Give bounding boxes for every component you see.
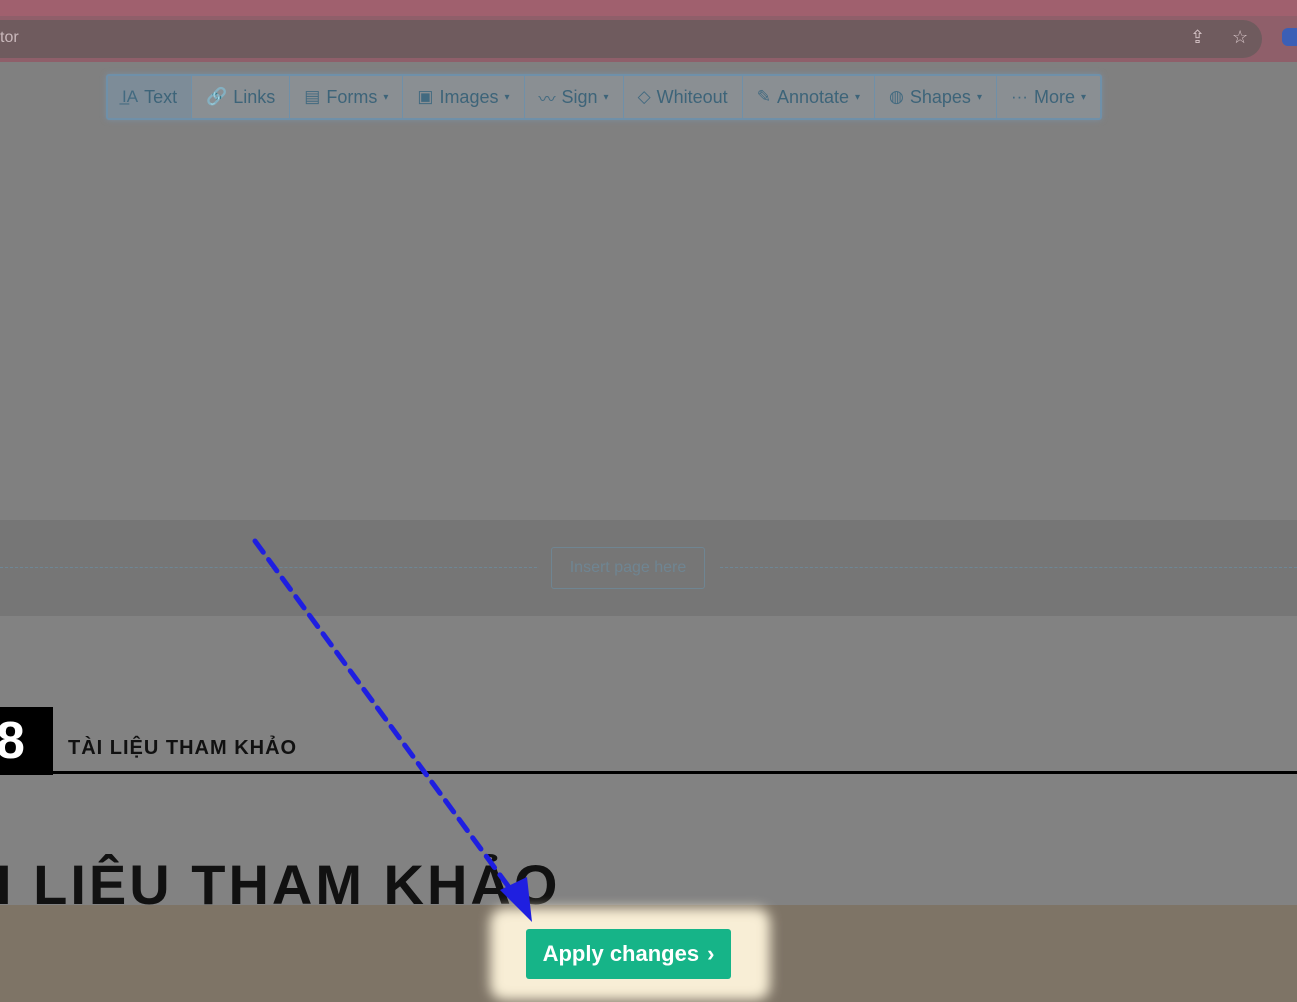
apply-changes-button[interactable]: Apply changes › [526, 929, 731, 979]
toolbar-whiteout-label: Whiteout [656, 86, 728, 107]
toolbar-text-button[interactable]: I̲A Text [108, 76, 193, 118]
chevron-down-icon: ▾ [855, 91, 861, 103]
chevron-down-icon: ▾ [603, 91, 609, 103]
separator-dashed-line [0, 567, 537, 568]
ellipsis-icon: ··· [1010, 87, 1028, 106]
page-heading: I LIỆU THAM KHẢO [0, 853, 561, 905]
toolbar-links-button[interactable]: 🔗 Links [192, 76, 291, 118]
signature-icon: 〰 [538, 89, 556, 109]
pencil-icon: ✎ [756, 87, 771, 106]
editor-canvas [0, 62, 1297, 520]
text-icon: I̲A [122, 87, 139, 106]
insert-page-button[interactable]: Insert page here [551, 547, 705, 589]
toolbar-links-label: Links [233, 86, 276, 107]
chapter-number-box: 8 [0, 707, 53, 775]
chevron-down-icon: ▾ [1080, 91, 1086, 103]
toolbar-shapes-button[interactable]: ◍ Shapes ▾ [875, 76, 997, 118]
chapter-rule [53, 771, 1297, 774]
toolbar-whiteout-button[interactable]: ◇ Whiteout [624, 76, 743, 118]
toolbar-images-label: Images [439, 86, 499, 107]
apply-changes-label: Apply changes [542, 941, 700, 966]
toolbar-sign-label: Sign [561, 86, 598, 107]
toolbar-sign-button[interactable]: 〰 Sign ▾ [525, 76, 624, 118]
eraser-icon: ◇ [637, 87, 651, 106]
toolbar-text-label: Text [144, 86, 178, 107]
toolbar-more-button[interactable]: ··· More ▾ [997, 76, 1100, 118]
editor-toolbar: I̲A Text 🔗 Links ▤ Forms ▾ ▣ Images ▾ 〰 … [106, 74, 1102, 120]
toolbar-shapes-label: Shapes [909, 86, 971, 107]
extension-icon[interactable] [1282, 28, 1297, 46]
image-icon: ▣ [417, 87, 434, 106]
tab-strip-edge [0, 0, 1297, 16]
toolbar-forms-button[interactable]: ▤ Forms ▾ [290, 76, 404, 118]
address-text: tor [0, 29, 19, 46]
toolbar-annotate-button[interactable]: ✎ Annotate ▾ [743, 76, 876, 118]
chapter-title: TÀI LIỆU THAM KHẢO [68, 737, 298, 759]
separator-dashed-line [720, 567, 1297, 568]
toolbar-more-label: More [1033, 86, 1075, 107]
chevron-down-icon: ▾ [504, 91, 510, 103]
toolbar-images-button[interactable]: ▣ Images ▾ [403, 76, 525, 118]
address-bar[interactable]: tor [0, 20, 1262, 58]
chevron-down-icon: ▾ [976, 91, 982, 103]
chevron-down-icon: ▾ [383, 91, 389, 103]
star-icon[interactable]: ☆ [1232, 27, 1248, 48]
toolbar-annotate-label: Annotate [776, 86, 849, 107]
toolbar-forms-label: Forms [326, 86, 378, 107]
shapes-icon: ◍ [889, 87, 904, 106]
chevron-right-icon: › [707, 941, 715, 966]
form-icon: ▤ [304, 87, 321, 106]
share-icon[interactable]: ⇪ [1190, 27, 1205, 48]
link-icon: 🔗 [206, 87, 228, 106]
